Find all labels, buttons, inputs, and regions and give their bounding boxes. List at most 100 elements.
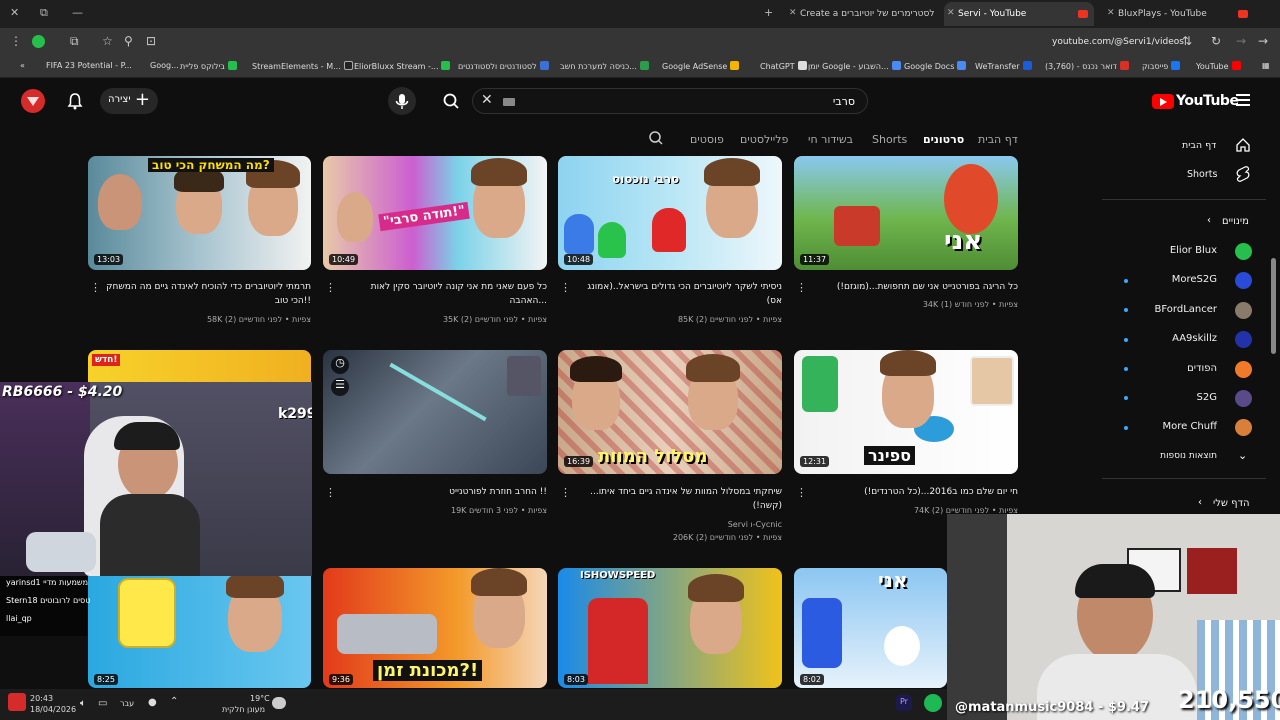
bookmark-star-icon[interactable]: ☆	[102, 34, 113, 48]
video-title[interactable]: ניסיתי לשקר ליוטיוברים הכי גדולים בישראל…	[574, 280, 782, 308]
bookmark-item[interactable]: בילוקס פליית	[180, 61, 237, 71]
extensions-puzzle-icon[interactable]: ⧉	[70, 34, 79, 49]
channel-search-icon[interactable]	[648, 130, 664, 150]
bookmark-item[interactable]: פייסבוק	[1142, 61, 1181, 71]
tab-posts[interactable]: פוסטים	[690, 133, 724, 146]
search-button[interactable]	[436, 88, 466, 114]
sidebar-sub-more-chuff[interactable]: More Chuff	[1162, 421, 1217, 432]
more-options-icon[interactable]: ⋮	[325, 281, 336, 294]
bookmark-item[interactable]: כניסה למערכת חשב...	[560, 61, 649, 71]
video-title[interactable]: שיחקתי במסלול המוות של אינדה גיים ביחד א…	[574, 485, 782, 513]
bookmark-item[interactable]: יומן Google - השבוע...	[808, 61, 901, 71]
tab-videos[interactable]: סרטונים	[923, 133, 964, 146]
bookmark-item[interactable]: Goog...	[150, 61, 179, 70]
video-thumbnail[interactable]: אני 11:37	[794, 156, 1018, 270]
video-title[interactable]: כל הריגה בפורטנייט אני שם תחפושת...(מוגז…	[810, 280, 1018, 294]
bookmark-item[interactable]: WeTransfer	[975, 61, 1032, 71]
video-thumbnail[interactable]: מה המשחק הכי טוב? 13:03	[88, 156, 311, 270]
browser-menu-icon[interactable]: ⋮	[10, 34, 22, 48]
close-tab-icon[interactable]: ✕	[1107, 8, 1115, 18]
bookmark-item[interactable]: StreamElements - M...	[252, 61, 353, 71]
sidebar-item-shorts[interactable]: Shorts	[1187, 169, 1217, 180]
sidebar-sub-elior-blux[interactable]: Elior Blux	[1170, 245, 1217, 256]
bookmark-item[interactable]: FIFA 23 Potential - P...	[46, 61, 132, 70]
sidebar-sub-s2g[interactable]: S2G	[1197, 392, 1217, 403]
weather-desc[interactable]: מעונן חלקית	[222, 705, 265, 714]
spotify-app-icon[interactable]	[924, 694, 942, 712]
watch-later-icon[interactable]: ◷	[331, 356, 349, 374]
restore-window-icon[interactable]: ⧉	[40, 6, 48, 20]
keyboard-icon[interactable]	[503, 98, 515, 106]
video-title[interactable]: תרמתי ליוטיוברים כדי להוכיח לאינדה גיים …	[104, 280, 311, 308]
bookmark-item[interactable]: Google Docs	[904, 61, 967, 71]
bookmark-item[interactable]: ChatGPT	[760, 61, 807, 71]
more-options-icon[interactable]: ⋮	[325, 486, 336, 499]
tab-live[interactable]: בשידור חי	[808, 133, 853, 146]
minimize-window-icon[interactable]: —	[72, 6, 83, 19]
video-authors[interactable]: Servi ו-Cycnic	[728, 520, 782, 529]
bookmark-item[interactable]: EliorBluxx Stream -...	[354, 61, 451, 71]
close-tab-icon[interactable]: ✕	[789, 8, 797, 18]
avatar[interactable]	[21, 89, 45, 113]
search-input[interactable]: ✕ סרבי	[472, 88, 868, 114]
tab-home[interactable]: דף הבית	[978, 133, 1018, 146]
mic-tray-icon[interactable]: ●	[148, 697, 157, 708]
premiere-app-icon[interactable]: Pr	[896, 695, 912, 711]
bookmarks-chevron-icon[interactable]: «	[20, 61, 25, 70]
tab-shorts[interactable]: Shorts	[872, 133, 907, 146]
site-settings-icon[interactable]: ⇅	[1182, 34, 1192, 48]
back-icon[interactable]: →	[1258, 34, 1268, 48]
video-thumbnail[interactable]: מכונת זמן?! 9:36	[323, 568, 547, 688]
video-title[interactable]: כל פעם שאני מת אני קונה ליוטיובר סקין לא…	[339, 280, 547, 308]
add-to-queue-icon[interactable]: ☰	[331, 378, 349, 396]
clock-date[interactable]: 18/04/2026	[30, 705, 76, 714]
bookmark-item[interactable]: לסטודנטים ולסטודנטים	[458, 61, 549, 71]
video-title[interactable]: החרב חוזרת לפורטנייט !!	[339, 485, 547, 499]
video-thumbnail[interactable]: 8:25	[88, 568, 311, 688]
more-options-icon[interactable]: ⋮	[796, 486, 807, 499]
close-tab-icon[interactable]: ✕	[947, 8, 955, 18]
bookmark-item[interactable]: YouTube	[1196, 61, 1241, 71]
tab-bluxplays-youtube[interactable]: ✕ BluxPlays - YouTube	[1104, 2, 1254, 26]
reload-icon[interactable]: ↻	[1211, 34, 1221, 48]
new-tab-icon[interactable]: +	[764, 6, 773, 19]
create-button[interactable]: יצירה +	[100, 88, 158, 114]
more-options-icon[interactable]: ⋮	[560, 486, 571, 499]
language-indicator[interactable]: עבר	[120, 699, 134, 708]
tab-playlists[interactable]: פליילסטים	[740, 133, 788, 146]
weather-temp[interactable]: 19°C	[250, 694, 270, 703]
tab-create-tournament[interactable]: ✕ Create a טורניר לסטרימרים של יוטיוברים	[786, 2, 936, 26]
show-more-button[interactable]: תוצאות נוספות	[1160, 451, 1217, 461]
tab-servi-youtube[interactable]: ✕ Servi - YouTube	[944, 2, 1094, 26]
zoom-icon[interactable]: ⚲	[124, 34, 133, 48]
video-thumbnail[interactable]: ספינר 12:31	[794, 350, 1018, 474]
video-thumbnail[interactable]: "תודה סרבי!" 10:49	[323, 156, 547, 270]
more-options-icon[interactable]: ⋮	[796, 281, 807, 294]
app-icon[interactable]	[8, 693, 26, 711]
install-icon[interactable]: ⊡	[146, 34, 156, 48]
more-options-icon[interactable]: ⋮	[90, 281, 101, 294]
bell-icon[interactable]	[66, 92, 84, 110]
sidebar-sub-hapodim[interactable]: הפודים	[1187, 363, 1217, 374]
video-thumbnail[interactable]: אני 8:02	[794, 568, 947, 688]
video-title[interactable]: חי יום שלם כמו ב2016...(כל הטרנדים!)	[810, 485, 1018, 499]
volume-icon[interactable]: 🔈︎	[80, 698, 86, 709]
bookmark-item[interactable]: (3,760) - דואר נכנס	[1045, 61, 1129, 71]
tray-chevron-icon[interactable]: ⌃	[170, 696, 178, 707]
url-field[interactable]: youtube.com/@Servi1/videos	[1052, 37, 1184, 47]
all-bookmarks-icon[interactable]: ▦	[1262, 61, 1270, 70]
video-thumbnail[interactable]: ISHOWSPEED 8:03	[558, 568, 782, 688]
display-icon[interactable]: ▭	[98, 698, 107, 709]
forward-icon[interactable]: →	[1236, 34, 1246, 48]
sidebar-sub-aa9skillz[interactable]: AA9skillz	[1172, 333, 1217, 344]
video-thumbnail[interactable]: סרבי נוכסוס 10:48	[558, 156, 782, 270]
menu-icon[interactable]	[1236, 94, 1250, 106]
clock-time[interactable]: 20:43	[30, 694, 53, 703]
scrollbar[interactable]	[1271, 258, 1276, 354]
you-header[interactable]: הדף שלי	[1213, 498, 1250, 509]
sidebar-item-home[interactable]: דף הבית	[1182, 140, 1216, 151]
extension-icon[interactable]	[32, 35, 45, 48]
subscriptions-header[interactable]: מינויים	[1222, 216, 1249, 227]
youtube-logo[interactable]: YouTube	[1152, 93, 1239, 111]
sidebar-sub-bfordlancer[interactable]: BFordLancer	[1155, 304, 1217, 315]
